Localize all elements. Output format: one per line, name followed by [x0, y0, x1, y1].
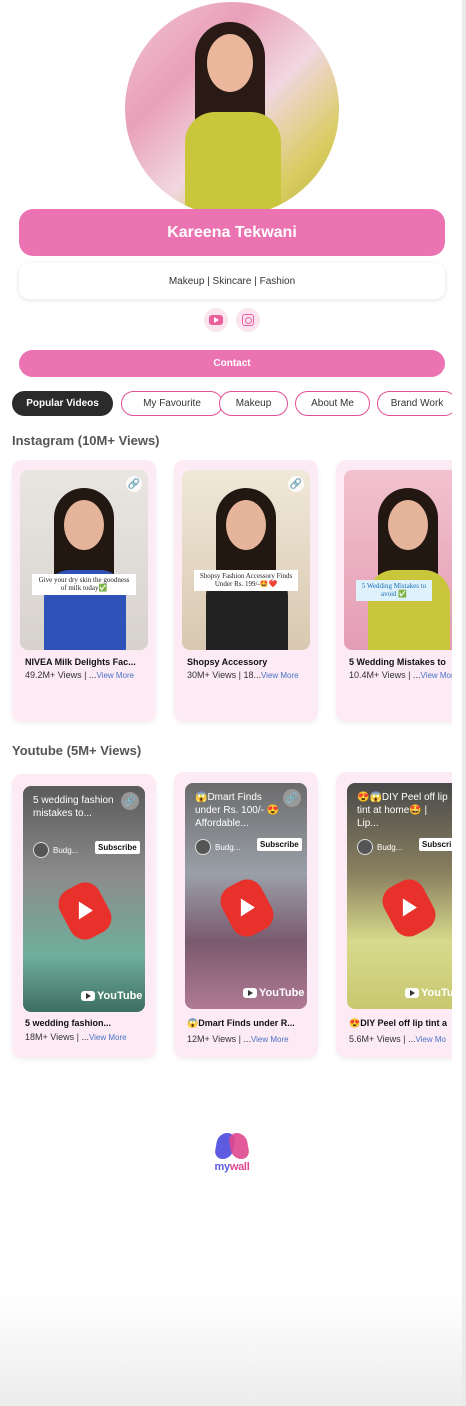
video-headline: 😱Dmart Finds under Rs. 100/- 😍 Affordabl…: [195, 792, 280, 829]
profile-name: Kareena Tekwani: [19, 209, 445, 256]
card-title: 5 wedding fashion...: [25, 1018, 112, 1028]
youtube-card[interactable]: 5 wedding fashion mistakes to... Budg...…: [12, 774, 156, 1058]
video-headline: 5 wedding fashion mistakes to...: [33, 795, 114, 819]
thumbnail-caption: Give your dry skin the goodness of milk …: [32, 574, 136, 595]
contact-button[interactable]: Contact: [19, 350, 445, 377]
card-title: 😍DIY Peel off lip tint a: [349, 1018, 448, 1028]
link-icon[interactable]: 🔗: [126, 476, 142, 492]
video-thumbnail[interactable]: 5 wedding fashion mistakes to... Budg...…: [23, 786, 145, 1012]
channel-avatar: [357, 839, 373, 855]
card-meta: 49.2M+ Views | ...View More: [25, 670, 135, 680]
instagram-section-title: Instagram (10M+ Views): [12, 433, 160, 448]
tab-popular-videos[interactable]: Popular Videos: [12, 391, 113, 416]
card-title: Shopsy Accessory: [187, 657, 268, 667]
channel-info: Budg...: [33, 842, 78, 858]
link-icon[interactable]: 🔗: [288, 476, 304, 492]
youtube-logo: YouTube: [81, 990, 142, 1002]
channel-info: Budg...: [357, 839, 402, 855]
profile-avatar: [125, 2, 339, 216]
youtube-section-title: Youtube (5M+ Views): [12, 743, 142, 758]
youtube-card[interactable]: 😱Dmart Finds under Rs. 100/- 😍 Affordabl…: [174, 772, 318, 1058]
youtube-logo: YouTu: [405, 987, 452, 999]
video-thumbnail[interactable]: 😱Dmart Finds under Rs. 100/- 😍 Affordabl…: [185, 783, 307, 1009]
scrollbar[interactable]: [462, 0, 466, 1406]
channel-info: Budg...: [195, 839, 240, 855]
instagram-row: Give your dry skin the goodness of milk …: [0, 460, 452, 725]
link-icon[interactable]: 🔗: [121, 792, 139, 810]
view-more-link[interactable]: View More: [420, 671, 452, 680]
subscribe-button[interactable]: Subscribe: [95, 841, 140, 854]
mywall-logo[interactable]: mywall: [210, 1133, 254, 1177]
card-title: 5 Wedding Mistakes to: [349, 657, 446, 667]
card-meta: 12M+ Views | ...View More: [187, 1034, 289, 1044]
youtube-row: 5 wedding fashion mistakes to... Budg...…: [0, 772, 452, 1064]
subscribe-button[interactable]: Subscri: [419, 838, 452, 851]
tab-about-me[interactable]: About Me: [295, 391, 370, 416]
tab-makeup[interactable]: Makeup: [219, 391, 288, 416]
channel-avatar: [33, 842, 49, 858]
view-more-link[interactable]: View More: [96, 671, 134, 680]
card-meta: 10.4M+ Views | ...View More: [349, 670, 452, 681]
card-meta: 30M+ Views | 18...View More: [187, 670, 299, 680]
view-more-link[interactable]: View Mo: [415, 1035, 446, 1044]
view-more-link[interactable]: View More: [89, 1033, 127, 1042]
thumbnail-caption: Shopsy Fashion Accessory Finds Under Rs.…: [194, 570, 298, 591]
link-icon[interactable]: 🔗: [283, 789, 301, 807]
view-more-link[interactable]: View More: [251, 1035, 289, 1044]
instagram-card[interactable]: 5 Wedding Mistakes to avoid ✅ 5 Wedding …: [336, 460, 452, 722]
video-headline: 😍😱DIY Peel off lip tint at home🤩 | Lip..…: [357, 792, 448, 829]
subscribe-button[interactable]: Subscribe: [257, 838, 302, 851]
youtube-icon[interactable]: [204, 308, 228, 332]
profile-tagline: Makeup | Skincare | Fashion: [19, 263, 445, 299]
video-thumbnail[interactable]: Give your dry skin the goodness of milk …: [20, 470, 148, 650]
youtube-logo: YouTube: [243, 987, 304, 999]
youtube-card[interactable]: 😍😱DIY Peel off lip tint at home🤩 | Lip..…: [336, 772, 452, 1058]
thumbnail-caption: 5 Wedding Mistakes to avoid ✅: [356, 580, 432, 601]
instagram-card[interactable]: Give your dry skin the goodness of milk …: [12, 460, 156, 722]
category-tabs: Popular Videos My Favourite Makeup About…: [12, 391, 452, 416]
card-title: 😱Dmart Finds under R...: [187, 1018, 295, 1028]
video-thumbnail[interactable]: Shopsy Fashion Accessory Finds Under Rs.…: [182, 470, 310, 650]
card-meta: 18M+ Views | ...View More: [25, 1032, 127, 1042]
logo-wordmark: mywall: [214, 1161, 250, 1173]
mywall-logo-icon: [213, 1133, 251, 1159]
card-title: NIVEA Milk Delights Fac...: [25, 657, 136, 667]
card-meta: 5.6M+ Views | ...View Mo: [349, 1034, 446, 1044]
channel-avatar: [195, 839, 211, 855]
video-thumbnail[interactable]: 😍😱DIY Peel off lip tint at home🤩 | Lip..…: [347, 783, 452, 1009]
tab-brand-work[interactable]: Brand Work: [377, 391, 452, 416]
instagram-icon[interactable]: [236, 308, 260, 332]
video-thumbnail[interactable]: 5 Wedding Mistakes to avoid ✅: [344, 470, 452, 650]
tab-my-favourite[interactable]: My Favourite: [121, 391, 223, 416]
instagram-card[interactable]: Shopsy Fashion Accessory Finds Under Rs.…: [174, 460, 318, 722]
view-more-link[interactable]: View More: [261, 671, 299, 680]
